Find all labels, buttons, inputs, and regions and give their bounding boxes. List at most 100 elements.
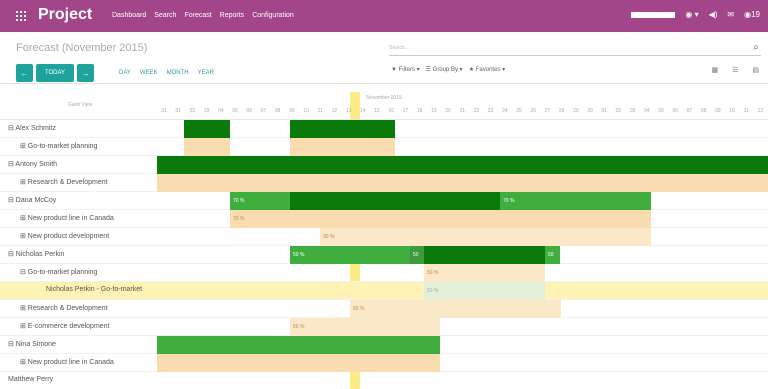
list-view-icon[interactable]: ☰ — [732, 66, 738, 74]
gantt-bar[interactable] — [184, 138, 230, 156]
day-tick: 22 — [473, 108, 480, 114]
gantt-bar[interactable] — [157, 336, 440, 354]
row-label[interactable]: ⊞ Go-to-market planning — [20, 142, 97, 150]
menu-search[interactable]: Search — [154, 12, 176, 19]
day-tick: 05 — [232, 108, 238, 114]
menu-forecast[interactable]: Forecast — [184, 12, 211, 19]
row-label[interactable]: ⊞ Research & Development — [20, 178, 108, 186]
gantt-bar[interactable] — [424, 246, 545, 264]
menu-reports[interactable]: Reports — [220, 12, 245, 19]
gantt-bar[interactable]: 50 % — [424, 282, 545, 300]
previous-button[interactable]: ← — [16, 64, 33, 82]
scale-month[interactable]: MONTH — [167, 70, 189, 76]
row-label[interactable]: ⊞ New product development — [20, 232, 109, 240]
scale-year[interactable]: YEAR — [198, 70, 214, 76]
row-label[interactable]: ⊟ Nicholas Perkin — [8, 250, 64, 258]
filters-dropdown[interactable]: ▼ Filters ▾ — [391, 66, 420, 73]
row-label[interactable]: ⊟ Antony Smith — [8, 160, 57, 168]
gantt-bar[interactable]: 50 % — [290, 318, 440, 336]
control-panel: Forecast (November 2015) Search... ⌕ ← T… — [0, 32, 768, 84]
search-icon[interactable]: ⌕ — [753, 42, 759, 53]
day-tick: 08 — [274, 108, 281, 114]
day-tick: 17 — [402, 108, 409, 114]
gantt-row[interactable]: Matthew Perry — [0, 372, 768, 389]
day-tick: 28 — [558, 108, 565, 114]
row-label[interactable]: ⊟ Alex Schmitz — [8, 124, 56, 132]
gantt-bar[interactable]: 70 % — [230, 210, 651, 228]
gantt-row[interactable]: Nicholas Perkin - Go-to-market — [0, 282, 768, 300]
gantt-month: November 2015 — [366, 95, 402, 101]
gantt-header-label: Gantt View — [67, 102, 93, 108]
day-tick: 06 — [246, 108, 253, 114]
day-tick: 29 — [573, 108, 579, 114]
gantt-bar[interactable]: 50 — [410, 246, 424, 264]
day-tick: 02 — [615, 108, 622, 114]
gantt-bar[interactable] — [290, 138, 395, 156]
gantt-bar[interactable]: 70 % — [230, 192, 290, 210]
gantt-bar[interactable]: 70 % — [500, 192, 651, 210]
gantt-bar[interactable] — [290, 120, 395, 138]
row-label[interactable]: ⊞ Research & Development — [20, 304, 108, 312]
row-label[interactable]: ⊟ Nina Simone — [8, 340, 56, 348]
group-by-dropdown[interactable]: ☰ Group By ▾ — [426, 66, 463, 73]
today-button[interactable]: TODAY — [36, 64, 74, 82]
notifications-badge[interactable]: ◉19 — [744, 10, 760, 19]
gantt-bar[interactable]: 50 % — [350, 300, 561, 318]
bar-label: 50 % — [293, 252, 305, 258]
user-name-box[interactable] — [631, 11, 676, 18]
user-menu-icon[interactable]: ◉ ▾ — [685, 10, 698, 19]
day-tick: 24 — [502, 108, 508, 114]
day-tick: 04 — [644, 108, 650, 114]
row-label[interactable]: ⊞ E-commerce development — [20, 322, 110, 330]
next-button[interactable]: → — [77, 64, 94, 82]
favorites-dropdown[interactable]: ★ Favorites ▾ — [469, 66, 505, 73]
app-brand[interactable]: Project — [38, 6, 92, 24]
bar-label: 70 % — [233, 198, 245, 204]
row-label[interactable]: ⊞ New product line in Canada — [20, 214, 114, 222]
day-tick: 31 — [161, 108, 167, 114]
day-tick: 07 — [260, 108, 267, 114]
scale-day[interactable]: DAY — [119, 70, 131, 76]
gantt-bar[interactable] — [157, 354, 440, 372]
apps-menu-icon[interactable] — [16, 11, 26, 21]
menu-dashboard[interactable]: Dashboard — [112, 12, 146, 19]
row-label[interactable]: ⊟ Dana McCoy — [8, 196, 56, 204]
search-input[interactable]: Search... ⌕ — [389, 42, 761, 56]
gantt-bar[interactable]: 30 % — [320, 228, 651, 246]
gantt-bar[interactable]: 50 — [545, 246, 560, 264]
gantt-view-icon[interactable]: ▦ — [711, 66, 718, 74]
gantt-bar[interactable] — [157, 156, 768, 174]
day-tick: 23 — [487, 108, 494, 114]
day-tick: 11 — [317, 108, 323, 114]
row-label[interactable]: Nicholas Perkin - Go-to-market — [46, 286, 142, 293]
day-tick: 10 — [729, 108, 735, 114]
gantt-bar[interactable] — [290, 192, 500, 210]
scale-week[interactable]: WEEK — [140, 70, 158, 76]
gantt-bar[interactable]: 50 % — [424, 264, 545, 282]
day-tick: 12 — [757, 108, 764, 114]
systray: ◉ ▾ ◀) ✉ ◉19 — [631, 10, 760, 19]
day-tick: 07 — [686, 108, 693, 114]
gantt-bar[interactable] — [184, 120, 230, 138]
row-label[interactable]: ⊞ New product line in Canada — [20, 358, 114, 366]
day-tick: 12 — [331, 108, 338, 114]
bar-label: 50 % — [353, 306, 365, 312]
day-tick: 08 — [700, 108, 707, 114]
day-tick: 01 — [601, 108, 608, 114]
day-tick: 30 — [587, 108, 593, 114]
search-options: ▼ Filters ▾ ☰ Group By ▾ ★ Favorites ▾ — [391, 66, 505, 73]
messages-icon[interactable]: ✉ — [727, 10, 734, 19]
row-label[interactable]: Matthew Perry — [8, 376, 53, 383]
gantt-row[interactable]: ⊟ Go-to-market planning — [0, 264, 768, 282]
bar-label: 50 % — [427, 288, 439, 294]
gantt-bar[interactable]: 50 % — [290, 246, 410, 264]
day-tick: 26 — [530, 108, 537, 114]
search-placeholder: Search... — [389, 45, 410, 51]
row-label[interactable]: ⊟ Go-to-market planning — [20, 268, 97, 276]
gantt-bar[interactable] — [157, 174, 768, 192]
menu-configuration[interactable]: Configuration — [252, 12, 294, 19]
sound-icon[interactable]: ◀) — [709, 10, 718, 19]
bar-label: 30 % — [323, 234, 335, 240]
day-tick: 09 — [289, 108, 295, 114]
form-view-icon[interactable]: ▤ — [752, 66, 759, 74]
